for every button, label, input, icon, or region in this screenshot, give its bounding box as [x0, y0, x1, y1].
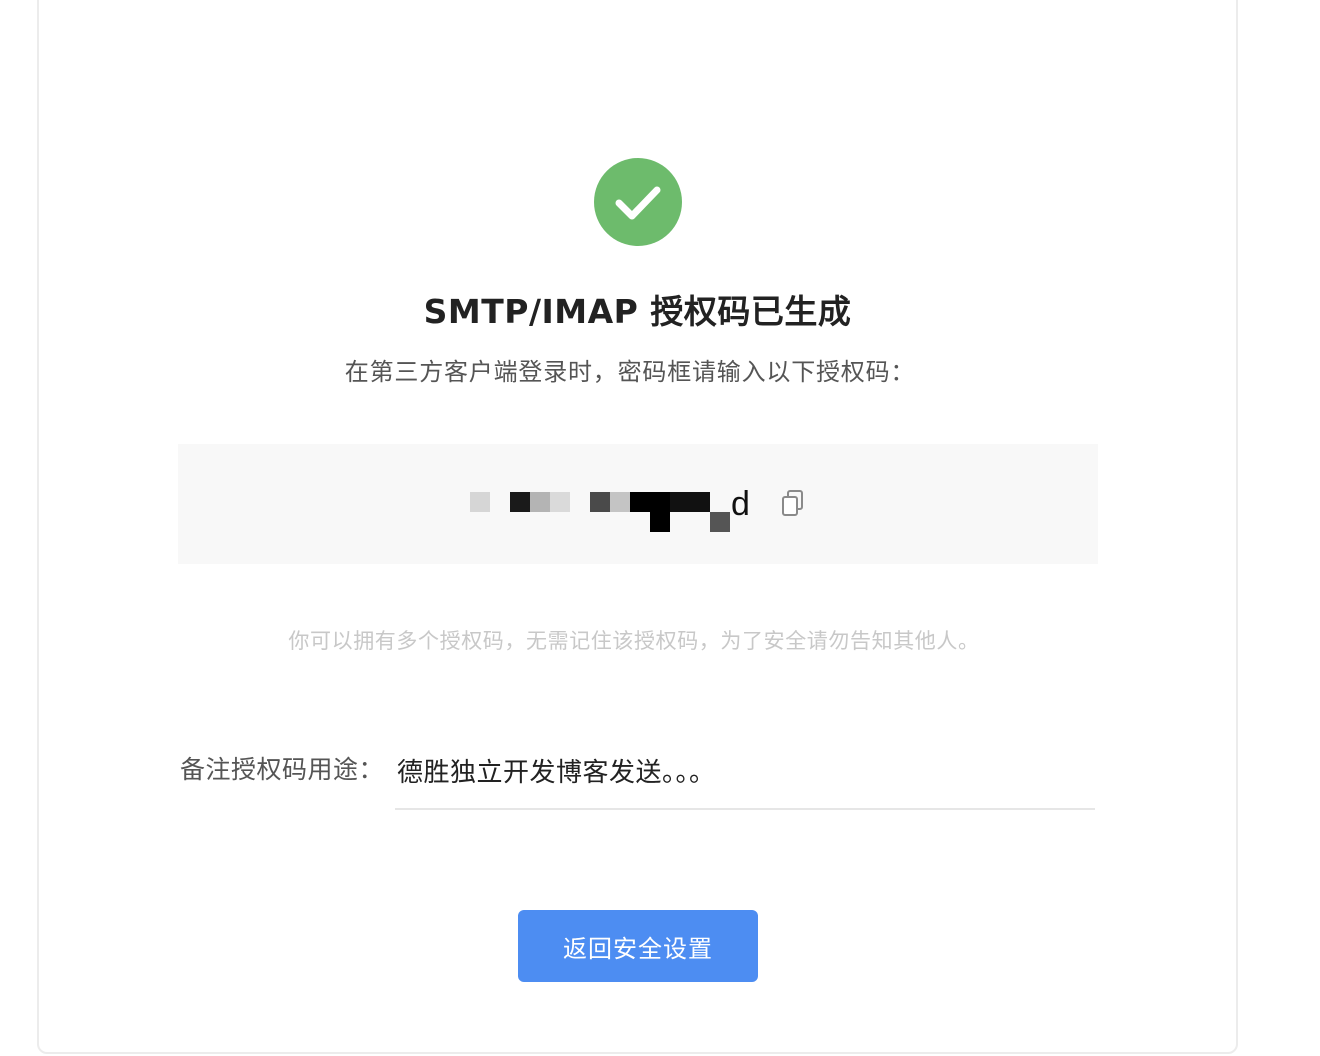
back-to-security-settings-button[interactable]: 返回安全设置: [518, 910, 758, 982]
auth-code-visible-char: d: [731, 485, 750, 523]
security-hint: 你可以拥有多个授权码，无需记住该授权码，为了安全请勿告知其他人。: [288, 629, 980, 653]
redacted-code: [470, 492, 730, 532]
note-label: 备注授权码用途：: [180, 755, 385, 784]
page-title: SMTP/IMAP 授权码已生成: [423, 292, 852, 331]
note-input[interactable]: [395, 740, 1095, 810]
copy-icon[interactable]: [780, 489, 806, 519]
check-circle-icon: [594, 158, 682, 246]
instruction-text: 在第三方客户端登录时，密码框请输入以下授权码：: [344, 358, 916, 386]
auth-code-box: [178, 444, 1098, 564]
